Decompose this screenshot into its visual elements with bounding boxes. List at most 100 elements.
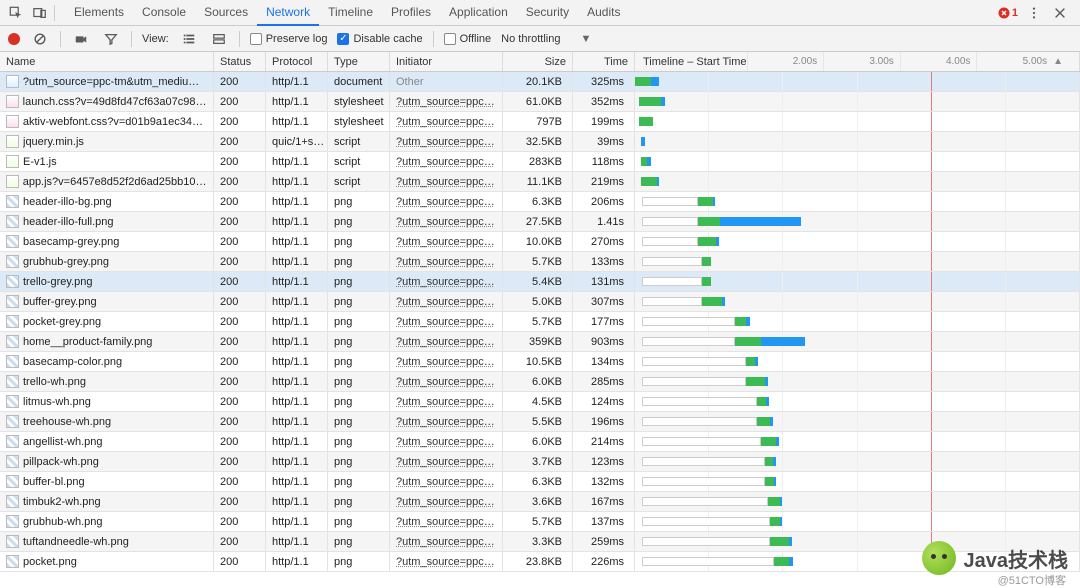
tab-security[interactable]: Security [517,0,578,26]
filter-icon[interactable] [101,29,121,49]
table-row[interactable]: header-illo-full.png200http/1.1png?utm_s… [0,212,1080,232]
preserve-log-checkbox[interactable]: Preserve log [250,33,328,45]
file-type-icon [6,355,19,368]
request-initiator[interactable]: ?utm_source=ppc… [396,356,495,368]
clear-icon[interactable] [30,29,50,49]
error-badge[interactable]: 1 [998,7,1018,19]
close-icon[interactable] [1050,3,1070,23]
table-row[interactable]: treehouse-wh.png200http/1.1png?utm_sourc… [0,412,1080,432]
request-initiator[interactable]: ?utm_source=ppc… [396,496,495,508]
request-initiator[interactable]: ?utm_source=ppc… [396,256,495,268]
request-initiator[interactable]: ?utm_source=ppc… [396,176,495,188]
request-protocol: http/1.1 [266,72,328,91]
request-initiator[interactable]: ?utm_source=ppc… [396,196,495,208]
request-status: 200 [214,232,266,251]
request-initiator[interactable]: ?utm_source=ppc… [396,336,495,348]
tab-network[interactable]: Network [257,0,319,26]
request-initiator[interactable]: ?utm_source=ppc… [396,416,495,428]
request-initiator[interactable]: ?utm_source=ppc… [396,316,495,328]
disable-cache-checkbox[interactable]: Disable cache [337,33,422,45]
table-row[interactable]: launch.css?v=49d8fd47cf63a07c986…200http… [0,92,1080,112]
offline-checkbox[interactable]: Offline [444,33,492,45]
table-row[interactable]: litmus-wh.png200http/1.1png?utm_source=p… [0,392,1080,412]
table-row[interactable]: trello-grey.png200http/1.1png?utm_source… [0,272,1080,292]
request-initiator[interactable]: ?utm_source=ppc… [396,236,495,248]
table-row[interactable]: pocket.png200http/1.1png?utm_source=ppc…… [0,552,1080,572]
tab-sources[interactable]: Sources [195,0,257,26]
tab-timeline[interactable]: Timeline [319,0,382,26]
request-protocol: http/1.1 [266,92,328,111]
camera-icon[interactable] [71,29,91,49]
col-size[interactable]: Size [503,52,573,71]
request-initiator[interactable]: ?utm_source=ppc… [396,96,495,108]
request-status: 200 [214,152,266,171]
kebab-menu-icon[interactable] [1024,3,1044,23]
table-row[interactable]: jquery.min.js200quic/1+s…script?utm_sour… [0,132,1080,152]
request-initiator[interactable]: ?utm_source=ppc… [396,556,495,568]
table-row[interactable]: header-illo-bg.png200http/1.1png?utm_sou… [0,192,1080,212]
request-type: script [328,172,390,191]
request-protocol: http/1.1 [266,252,328,271]
timing-bar-green [746,357,755,366]
request-initiator[interactable]: ?utm_source=ppc… [396,456,495,468]
request-initiator[interactable]: ?utm_source=ppc… [396,476,495,488]
table-row[interactable]: E-v1.js200http/1.1script?utm_source=ppc…… [0,152,1080,172]
table-row[interactable]: grubhub-grey.png200http/1.1png?utm_sourc… [0,252,1080,272]
request-time: 903ms [573,332,635,351]
request-initiator[interactable]: ?utm_source=ppc… [396,536,495,548]
tab-audits[interactable]: Audits [578,0,629,26]
request-time: 123ms [573,452,635,471]
request-initiator[interactable]: ?utm_source=ppc… [396,216,495,228]
col-waterfall[interactable]: Timeline – Start Time 2.00s3.00s4.00s5.0… [635,52,1080,71]
request-initiator[interactable]: ?utm_source=ppc… [396,156,495,168]
table-row[interactable]: home__product-family.png200http/1.1png?u… [0,332,1080,352]
tab-console[interactable]: Console [133,0,195,26]
table-header: Name Status Protocol Type Initiator Size… [0,52,1080,72]
request-type: png [328,192,390,211]
request-size: 3.7KB [503,452,573,471]
request-initiator[interactable]: ?utm_source=ppc… [396,436,495,448]
request-initiator[interactable]: ?utm_source=ppc… [396,276,495,288]
col-protocol[interactable]: Protocol [266,52,328,71]
table-row[interactable]: grubhub-wh.png200http/1.1png?utm_source=… [0,512,1080,532]
request-time: 137ms [573,512,635,531]
table-row[interactable]: buffer-bl.png200http/1.1png?utm_source=p… [0,472,1080,492]
request-initiator[interactable]: ?utm_source=ppc… [396,136,495,148]
table-row[interactable]: timbuk2-wh.png200http/1.1png?utm_source=… [0,492,1080,512]
view-list-icon[interactable] [179,29,199,49]
request-initiator[interactable]: ?utm_source=ppc… [396,116,495,128]
request-initiator[interactable]: ?utm_source=ppc… [396,296,495,308]
col-status[interactable]: Status [214,52,266,71]
table-row[interactable]: basecamp-grey.png200http/1.1png?utm_sour… [0,232,1080,252]
table-row[interactable]: trello-wh.png200http/1.1png?utm_source=p… [0,372,1080,392]
request-protocol: http/1.1 [266,552,328,571]
view-large-icon[interactable] [209,29,229,49]
tab-elements[interactable]: Elements [65,0,133,26]
tab-profiles[interactable]: Profiles [382,0,440,26]
request-initiator[interactable]: ?utm_source=ppc… [396,396,495,408]
col-time[interactable]: Time [573,52,635,71]
tab-application[interactable]: Application [440,0,517,26]
table-row[interactable]: pillpack-wh.png200http/1.1png?utm_source… [0,452,1080,472]
table-row[interactable]: app.js?v=6457e8d52f2d6ad25bb10c…200http/… [0,172,1080,192]
col-name[interactable]: Name [0,52,214,71]
table-row[interactable]: angellist-wh.png200http/1.1png?utm_sourc… [0,432,1080,452]
table-row[interactable]: aktiv-webfont.css?v=d01b9a1ec347…200http… [0,112,1080,132]
device-toggle-icon[interactable] [30,3,50,23]
table-row[interactable]: tuftandneedle-wh.png200http/1.1png?utm_s… [0,532,1080,552]
col-initiator[interactable]: Initiator [390,52,503,71]
throttling-select[interactable]: No throttling ▼ [501,33,591,45]
waterfall-cell [635,132,1080,151]
file-type-icon [6,535,19,548]
table-row[interactable]: ?utm_source=ppc-tm&utm_medium…200http/1.… [0,72,1080,92]
record-button[interactable] [8,33,20,45]
table-row[interactable]: buffer-grey.png200http/1.1png?utm_source… [0,292,1080,312]
request-initiator[interactable]: ?utm_source=ppc… [396,376,495,388]
request-initiator[interactable]: ?utm_source=ppc… [396,516,495,528]
col-type[interactable]: Type [328,52,390,71]
throttling-value: No throttling [501,33,560,45]
table-row[interactable]: basecamp-color.png200http/1.1png?utm_sou… [0,352,1080,372]
inspect-icon[interactable] [6,3,26,23]
timing-bar-green [746,377,765,386]
table-row[interactable]: pocket-grey.png200http/1.1png?utm_source… [0,312,1080,332]
